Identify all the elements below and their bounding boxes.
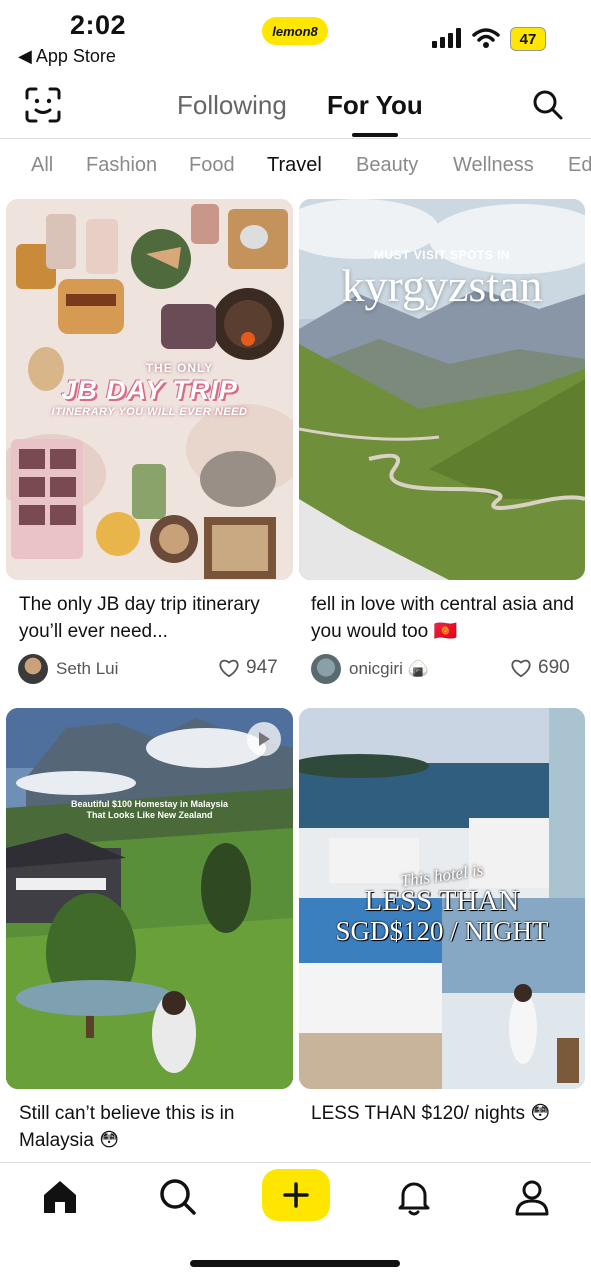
heart-icon (219, 659, 239, 678)
like-count: 947 (246, 657, 278, 678)
post-title[interactable]: fell in love with central asia and you w… (311, 591, 581, 645)
post-title[interactable]: Still can’t believe this is in Malaysia … (19, 1100, 289, 1154)
battery-indicator: 47 (510, 27, 546, 51)
avatar (311, 654, 341, 684)
post-title[interactable]: LESS THAN $120/ nights 😳 (311, 1100, 581, 1127)
search-icon[interactable] (158, 1177, 198, 1217)
category-fashion[interactable]: Fashion (86, 154, 157, 177)
home-icon[interactable] (40, 1177, 80, 1217)
home-indicator (190, 1260, 400, 1267)
status-time: 2:02 (70, 10, 127, 40)
heart-icon (511, 659, 531, 678)
post-card-malaysia-homestay[interactable]: Beautiful $100 Homestay in Malaysia That… (6, 708, 293, 1089)
category-bar: All Fashion Food Travel Beauty Wellness … (0, 154, 591, 186)
category-wellness[interactable]: Wellness (453, 154, 534, 177)
play-icon[interactable] (247, 722, 281, 756)
create-post-button[interactable] (262, 1169, 330, 1221)
category-all[interactable]: All (31, 154, 53, 177)
signal-icon (432, 28, 461, 48)
like-count: 690 (538, 657, 570, 678)
image-text-line2: That Looks Like New Zealand (86, 810, 213, 820)
back-to-app-store[interactable]: ◀ App Store (18, 46, 116, 67)
post-author[interactable]: onicgiri 🍙 (311, 654, 429, 684)
avatar (18, 654, 48, 684)
post-author[interactable]: Seth Lui (18, 654, 118, 684)
active-tab-underline (352, 133, 398, 137)
image-text-line2: kyrgyzstan (341, 260, 543, 311)
image-text-line1: THE ONLY (145, 361, 214, 375)
post-image-homestay (6, 708, 293, 1089)
tab-for-you[interactable]: For You (327, 90, 423, 121)
image-text-line3: SGD$120 / NIGHT (335, 916, 549, 946)
category-travel[interactable]: Travel (267, 154, 322, 177)
post-card-kyrgyzstan[interactable]: MUST VISIT SPOTS IN kyrgyzstan (299, 199, 585, 580)
author-name: Seth Lui (56, 659, 119, 678)
category-education[interactable]: Ed (568, 154, 591, 177)
post-card-hotel[interactable]: This hotel is LESS THAN SGD$120 / NIGHT (299, 708, 585, 1089)
profile-icon[interactable] (512, 1177, 552, 1217)
like-button[interactable]: 947 (218, 657, 278, 679)
post-title[interactable]: The only JB day trip itinerary you’ll ev… (19, 591, 289, 645)
plus-icon (283, 1182, 309, 1208)
like-button[interactable]: 690 (510, 657, 570, 679)
search-icon[interactable] (532, 89, 564, 121)
face-scan-icon[interactable] (24, 86, 62, 124)
image-text-line2: JB DAY TRIP (61, 375, 238, 405)
category-beauty[interactable]: Beauty (356, 154, 418, 177)
image-text-line1: Beautiful $100 Homestay in Malaysia (70, 799, 229, 809)
top-header: Following For You (0, 72, 591, 139)
wifi-icon (472, 28, 500, 48)
bell-icon[interactable] (394, 1177, 434, 1217)
tab-following[interactable]: Following (177, 90, 287, 121)
brand-pill: lemon8 (262, 17, 328, 45)
post-card-jb-day-trip[interactable]: THE ONLY JB DAY TRIP ITINERARY YOU WILL … (6, 199, 293, 580)
category-food[interactable]: Food (189, 154, 235, 177)
author-name: onicgiri 🍙 (349, 659, 429, 678)
image-text-line3: ITINERARY YOU WILL EVER NEED (51, 406, 248, 418)
